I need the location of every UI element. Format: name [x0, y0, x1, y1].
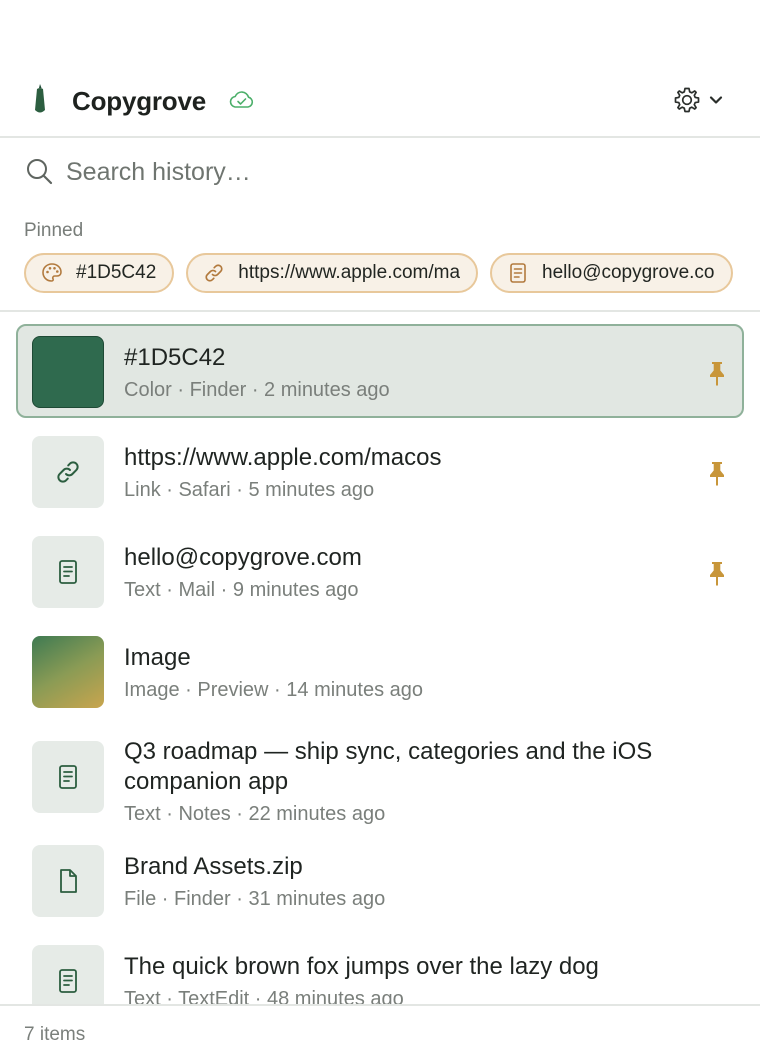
history-item[interactable]: The quick brown fox jumps over the lazy … — [16, 933, 744, 1004]
gear-icon — [674, 87, 700, 113]
pinned-chip-label: hello@copygrove.co — [542, 262, 715, 283]
copygrove-window: Copygrove Pinned — [0, 0, 760, 1064]
history-item[interactable]: https://www.apple.com/macos Link · Safar… — [16, 424, 744, 518]
item-title: The quick brown fox jumps over the lazy … — [124, 953, 599, 980]
pin-icon[interactable] — [706, 460, 728, 486]
pinned-section-label: Pinned — [24, 220, 84, 241]
item-title: #1D5C42 — [124, 344, 226, 371]
item-meta: Text · Notes · 22 minutes ago — [124, 803, 386, 825]
item-count: 7 items — [24, 1024, 86, 1045]
palette-icon — [42, 263, 62, 282]
pin-icon[interactable] — [706, 560, 728, 586]
cloud-synced-icon — [229, 91, 254, 108]
divider — [0, 310, 760, 312]
item-title: hello@copygrove.com — [124, 544, 362, 571]
note-icon — [59, 765, 77, 789]
pinned-chip[interactable]: hello@copygrove.co — [490, 253, 733, 293]
pinned-chip[interactable]: https://www.apple.com/ma — [186, 253, 479, 293]
item-title: Brand Assets.zip — [124, 853, 303, 880]
search-icon — [27, 159, 53, 185]
file-thumbnail — [32, 845, 104, 917]
color-swatch — [32, 336, 104, 408]
link-thumbnail — [32, 436, 104, 508]
item-meta: Color · Finder · 2 minutes ago — [124, 379, 390, 401]
history-item[interactable]: Image Image · Preview · 14 minutes ago — [16, 624, 744, 718]
history-item[interactable]: hello@copygrove.com Text · Mail · 9 minu… — [16, 524, 744, 618]
app-title: Copygrove — [72, 86, 207, 116]
search-bar — [0, 140, 760, 204]
pinned-chips: #1D5C42 https://www.apple.com/ma hello@c… — [24, 253, 760, 295]
text-thumbnail — [32, 945, 104, 1004]
app-logo-icon — [35, 84, 45, 113]
settings-menu-button[interactable] — [668, 82, 732, 118]
chevron-down-icon — [709, 96, 723, 104]
text-thumbnail — [32, 741, 104, 813]
note-icon — [510, 263, 526, 283]
history-item[interactable]: Q3 roadmap — ship sync, categories and t… — [16, 724, 744, 827]
pinned-chip-label: https://www.apple.com/ma — [238, 262, 461, 283]
item-meta: Text · TextEdit · 48 minutes ago — [124, 988, 404, 1004]
link-icon — [205, 264, 223, 282]
item-meta: Image · Preview · 14 minutes ago — [124, 679, 424, 701]
note-icon — [59, 560, 77, 584]
text-thumbnail — [32, 536, 104, 608]
pinned-chip[interactable]: #1D5C42 — [24, 253, 175, 293]
image-thumbnail — [32, 636, 104, 708]
item-meta: File · Finder · 31 minutes ago — [124, 888, 386, 910]
item-title: Q3 roadmap — ship sync, categories and t… — [124, 738, 653, 795]
item-meta: Link · Safari · 5 minutes ago — [124, 479, 375, 501]
item-meta: Text · Mail · 9 minutes ago — [124, 579, 359, 601]
pinned-chip-label: #1D5C42 — [76, 262, 157, 283]
search-input[interactable] — [66, 152, 726, 192]
history-item[interactable]: Brand Assets.zip File · Finder · 31 minu… — [16, 833, 744, 927]
pin-icon[interactable] — [706, 360, 728, 386]
item-title: https://www.apple.com/macos — [124, 444, 442, 471]
item-title: Image — [124, 644, 191, 671]
footer: 7 items — [0, 1004, 760, 1064]
file-icon — [60, 869, 77, 893]
history-list[interactable]: #1D5C42 Color · Finder · 2 minutes ago h… — [16, 324, 744, 1004]
history-item[interactable]: #1D5C42 Color · Finder · 2 minutes ago — [16, 324, 744, 418]
link-icon — [57, 461, 79, 483]
note-icon — [59, 969, 77, 993]
header: Copygrove — [0, 62, 760, 138]
